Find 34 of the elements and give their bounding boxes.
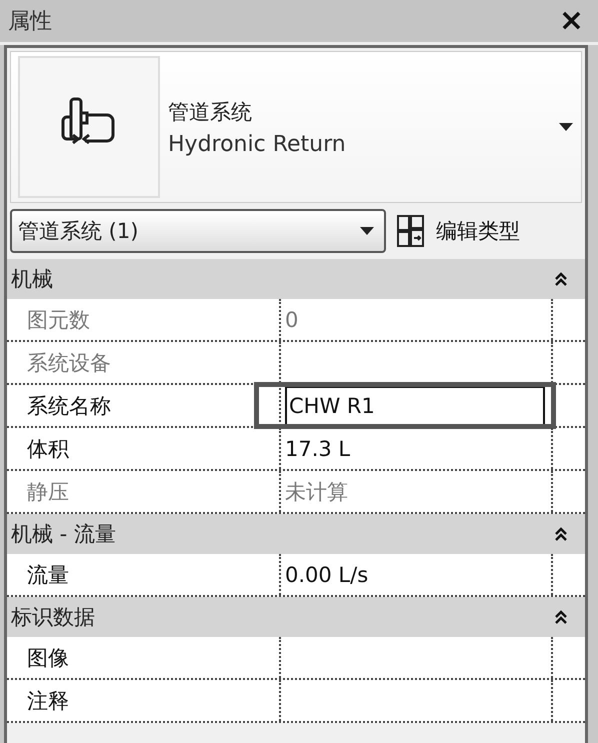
property-label: 流量 bbox=[7, 554, 281, 595]
property-label: 静压 bbox=[7, 471, 281, 512]
dropdown-value: 管道系统 (1) bbox=[18, 218, 138, 245]
section-title: 机械 - 流量 bbox=[11, 521, 116, 548]
edit-type-icon bbox=[396, 214, 426, 248]
collapse-icon[interactable] bbox=[555, 610, 567, 624]
property-label: 系统名称 bbox=[7, 385, 281, 426]
property-label: 体积 bbox=[7, 428, 281, 469]
category-text: 管道系统 bbox=[168, 98, 253, 126]
section-header[interactable]: 机械 - 流量 bbox=[7, 514, 585, 554]
value-cell[interactable]: 0.00 L/s bbox=[281, 554, 553, 595]
type-name: Hydronic Return bbox=[168, 132, 347, 156]
caret-icon bbox=[559, 123, 573, 131]
type-selector[interactable]: 管道系统 Hydronic Return bbox=[10, 51, 582, 203]
caret-icon bbox=[360, 227, 374, 235]
property-label: 图像 bbox=[7, 637, 281, 678]
value-cell[interactable]: 17.3 L bbox=[281, 428, 553, 469]
property-label: 注释 bbox=[7, 680, 281, 721]
value-text: 0.00 L/s bbox=[285, 562, 368, 586]
section-header[interactable]: 机械 bbox=[7, 259, 585, 299]
collapse-icon[interactable] bbox=[555, 272, 567, 286]
value-text: 0 bbox=[285, 308, 298, 332]
collapse-icon[interactable] bbox=[555, 527, 567, 541]
value-text: 17.3 L bbox=[285, 436, 350, 460]
window-title: 属性 bbox=[8, 8, 52, 36]
section-title: 标识数据 bbox=[11, 604, 95, 631]
property-label: 系统设备 bbox=[7, 342, 281, 383]
property-label: 图元数 bbox=[7, 299, 281, 340]
section-header[interactable]: 标识数据 bbox=[7, 597, 585, 637]
section-title: 机械 bbox=[11, 266, 53, 293]
value-text: 未计算 bbox=[285, 478, 348, 506]
close-button[interactable]: × bbox=[558, 6, 584, 36]
instance-dropdown[interactable]: 管道系统 (1) bbox=[10, 209, 386, 253]
edit-type-button[interactable]: 编辑类型 bbox=[396, 214, 520, 248]
